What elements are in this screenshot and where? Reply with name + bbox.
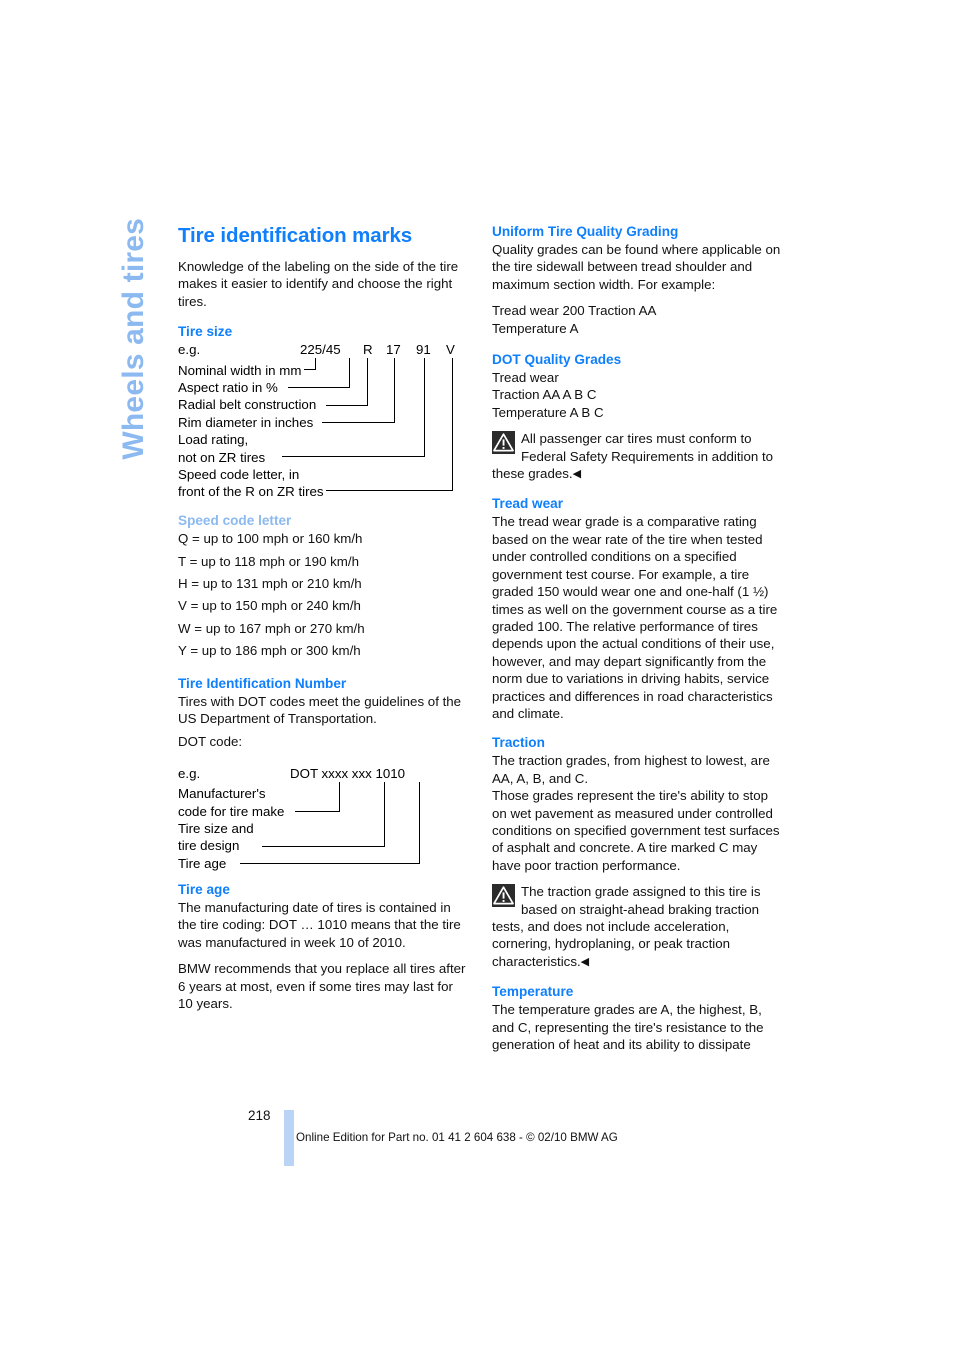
chapter-tab-label: Wheels and tires (117, 218, 150, 460)
tire-code-91: 91 (416, 342, 431, 358)
utqg-example-line-2: Temperature A (492, 320, 579, 336)
diagram-code-row: e.g. 225/45 R 17 91 V (178, 341, 467, 358)
heading-tread-wear: Tread wear (492, 496, 564, 512)
label-aspect-ratio: Aspect ratio in % (178, 380, 278, 395)
dot-grades-line-2: Traction AA A B C (492, 387, 597, 403)
leader-line-radial-belt-h (326, 405, 368, 407)
tire-size-diagram: e.g. 225/45 R 17 91 V Nominal width in m… (178, 341, 467, 501)
label-tire-age: Tire age (178, 855, 227, 871)
traction-paragraph-1: The traction grades, from highest to low… (492, 753, 770, 786)
leader-line-tire-design-h (262, 845, 385, 848)
chapter-tab: Wheels and tires (106, 218, 162, 528)
heading-tire-size: Tire size (178, 324, 233, 340)
leader-line-tire-age-h (240, 862, 420, 865)
leader-line-rim-diameter-v (394, 358, 396, 424)
speed-code-entry-3: V = up to 150 mph or 240 km/h (178, 598, 361, 614)
dot-code-diagram: e.g. DOT xxxx xxx 1010 Manufacturer's co… (178, 765, 467, 871)
speed-code-entry-1: T = up to 118 mph or 190 km/h (178, 553, 359, 569)
leader-line-rim-diameter-h (322, 422, 395, 424)
footer-note: Online Edition for Part no. 01 41 2 604 … (296, 1131, 618, 1144)
speed-code-entry-5: Y = up to 186 mph or 300 km/h (178, 643, 361, 659)
utqg-example-line-1: Tread wear 200 Traction AA (492, 303, 657, 319)
speed-code-entry-2: H = up to 131 mph or 210 km/h (178, 576, 362, 592)
label-tire-size-and: Tire size and (178, 821, 254, 837)
heading-dot-quality-grades: DOT Quality Grades (492, 352, 622, 368)
tire-age-paragraph-1: The manufacturing date of tires is conta… (178, 899, 461, 950)
right-column: Uniform Tire Quality Grading Quality gra… (492, 224, 781, 1062)
dot-code-row: e.g. DOT xxxx xxx 1010 (178, 765, 467, 782)
heading-temperature: Temperature (492, 984, 574, 1000)
diagram-label-row-8: front of the R on ZR tires (178, 483, 467, 500)
end-marker-traction: ◀ (580, 955, 590, 968)
traction-paragraph-2: Those grades represent the tire's abilit… (492, 788, 780, 873)
leader-line-manufacturer-h (295, 810, 340, 813)
warning-text-traction: The traction grade assigned to this tire… (492, 884, 761, 969)
leader-line-aspect-ratio-h (288, 387, 350, 389)
leader-line-nominal-width-h (304, 369, 316, 371)
dot-label-row-1: Manufacturer's (178, 785, 467, 802)
intro-paragraph: Knowledge of the labeling on the side of… (178, 259, 459, 309)
manual-page: Wheels and tires Tire identification mar… (0, 0, 954, 1350)
label-speed-code-front: Speed code letter, in (178, 466, 300, 482)
leader-line-speed-code-v (452, 358, 454, 492)
heading-tire-age: Tire age (178, 881, 230, 897)
label-code-for-tire-make: code for tire make (178, 803, 285, 819)
leader-line-manufacturer-v (339, 781, 341, 812)
leader-line-load-rating-v (424, 358, 426, 458)
label-tire-design: tire design (178, 838, 240, 854)
heading-tire-identification-number: Tire Identification Number (178, 675, 347, 691)
heading-uniform-tire-quality-grading: Uniform Tire Quality Grading (492, 224, 679, 239)
page-number: 218 (248, 1108, 271, 1123)
dot-code-value: DOT xxxx xxx 1010 (290, 765, 406, 781)
diagram-label-row-7: Speed code letter, in (178, 466, 467, 483)
page-title: Tire identification marks (178, 224, 413, 247)
heading-traction: Traction (492, 735, 545, 751)
warning-icon (492, 884, 515, 908)
temperature-paragraph: The temperature grades are A, the highes… (492, 1002, 764, 1053)
label-nominal-width: Nominal width in mm (178, 362, 302, 378)
label-radial-belt: Radial belt construction (178, 397, 317, 413)
leader-line-radial-belt-v (367, 358, 369, 407)
leader-line-tire-age-v (419, 781, 421, 864)
tire-age-paragraph-2: BMW recommends that you replace all tire… (178, 961, 466, 1011)
tread-wear-paragraph: The tread wear grade is a comparative ra… (492, 514, 778, 721)
label-not-on-zr: not on ZR tires (178, 449, 266, 465)
end-marker-dot-grades: ◀ (572, 468, 582, 481)
tire-code-17: 17 (386, 342, 401, 358)
leader-line-tire-design-v (384, 781, 386, 847)
dot-eg-label: e.g. (178, 765, 201, 781)
eg-label: e.g. (178, 342, 201, 358)
label-manufacturers: Manufacturer's (178, 786, 266, 802)
dot-label-row-3: Tire size and (178, 820, 467, 837)
leader-line-aspect-ratio-v (349, 358, 351, 389)
tire-code-v: V (446, 342, 455, 358)
warning-text-dot-grades: All passenger car tires must conform to … (492, 431, 774, 482)
speed-code-entry-0: Q = up to 100 mph or 160 km/h (178, 531, 363, 547)
warning-icon (492, 431, 515, 455)
leader-line-speed-code-h (326, 490, 453, 492)
dot-grades-line-3: Temperature A B C (492, 404, 604, 420)
tire-code-r: R (363, 342, 373, 358)
dot-code-label: DOT code: (178, 734, 243, 750)
heading-speed-code-letter: Speed code letter (178, 513, 292, 529)
leader-line-load-rating-h (282, 456, 425, 458)
dot-grades-line-1: Tread wear (492, 370, 559, 386)
speed-code-entry-4: W = up to 167 mph or 270 km/h (178, 620, 365, 636)
label-front-of-r: front of the R on ZR tires (178, 484, 324, 500)
tire-code-225-45: 225/45 (300, 342, 341, 358)
left-column: Tire identification marks Knowledge of t… (178, 224, 467, 1021)
tin-body: Tires with DOT codes meet the guidelines… (178, 693, 462, 727)
label-rim-diameter: Rim diameter in inches (178, 414, 314, 430)
warning-block-traction: The traction grade assigned to this tire… (492, 883, 781, 971)
utqg-paragraph: Quality grades can be found where applic… (492, 242, 781, 292)
warning-block-dot-grades: All passenger car tires must conform to … (492, 430, 781, 483)
label-load-rating: Load rating, (178, 432, 249, 448)
footer-accent-bar (284, 1110, 294, 1166)
